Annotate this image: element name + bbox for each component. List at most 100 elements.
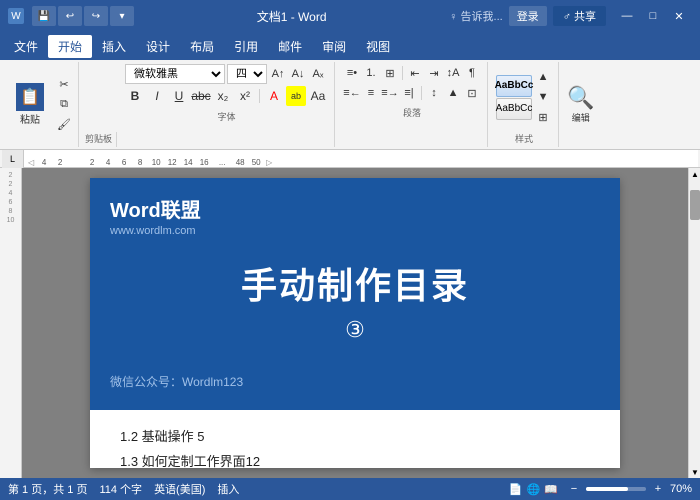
align-left-btn[interactable]: ≡← (343, 84, 361, 102)
maximize-button[interactable]: □ (640, 4, 666, 28)
menu-file[interactable]: 文件 (4, 35, 48, 58)
bullet-list-btn[interactable]: ≡• (343, 64, 361, 82)
tell-me-input[interactable]: ♀ 告诉我... (449, 8, 502, 24)
align-right-btn[interactable]: ≡→ (381, 84, 399, 102)
customize-quick-btn[interactable]: ▾ (110, 6, 134, 26)
blue-banner: Word联盟 www.wordlm.com 手动制作目录 ③ 微信公众号：Wor… (90, 178, 620, 410)
zoom-in-button[interactable]: + (650, 481, 666, 497)
word-icon: W (8, 8, 24, 24)
borders-btn[interactable]: ⊡ (463, 84, 481, 102)
styles-scroll-up[interactable]: ▲ (534, 68, 552, 86)
font-color-button[interactable]: A (264, 86, 284, 106)
language: 英语(美国) (154, 481, 205, 497)
document-container: Word联盟 www.wordlm.com 手动制作目录 ③ 微信公众号：Wor… (22, 168, 688, 478)
menu-view[interactable]: 视图 (356, 35, 400, 58)
clipboard-group-label: 剪贴板 (81, 132, 117, 147)
menu-mailings[interactable]: 邮件 (268, 35, 312, 58)
justify-btn[interactable]: ≡| (400, 84, 418, 102)
find-button[interactable]: 🔍 编辑 (567, 85, 594, 124)
paste-button[interactable]: 📋 粘贴 (8, 64, 52, 145)
heading1-style[interactable]: AaBbCc (496, 75, 532, 97)
scroll-down-button[interactable]: ▼ (689, 466, 700, 478)
status-right: 📄 🌐 📖 − + 70% (509, 481, 692, 497)
font-size-adjust[interactable]: Aa (308, 86, 328, 106)
font-row1: 微软雅黑 四号 A↑ A↓ Aₓ (125, 64, 328, 84)
menu-home[interactable]: 开始 (48, 35, 92, 58)
quick-access-toolbar: W 💾 ↩ ↪ ▾ (8, 6, 134, 26)
zoom-out-button[interactable]: − (566, 481, 582, 497)
superscript-button[interactable]: x² (235, 86, 255, 106)
styles-expand[interactable]: ⊞ (534, 108, 552, 126)
undo-quick-btn[interactable]: ↩ (58, 6, 82, 26)
increase-indent-btn[interactable]: ⇥ (425, 64, 443, 82)
content-area: 2 2 4 6 8 10 Word联盟 www.wordlm.com 手动制作目… (0, 168, 700, 478)
styles-group-label: 样式 (515, 132, 533, 145)
sort-btn[interactable]: ↕A (444, 64, 462, 82)
font-group-label: 字体 (125, 110, 328, 123)
scroll-track[interactable] (689, 180, 700, 466)
font-row2: B I U abc x₂ x² A ab Aa (125, 86, 328, 106)
underline-button[interactable]: U (169, 86, 189, 106)
login-button[interactable]: 登录 (509, 6, 547, 26)
banner-logo: Word联盟 (110, 194, 600, 223)
align-center-btn[interactable]: ≡ (362, 84, 380, 102)
menu-review[interactable]: 审阅 (312, 35, 356, 58)
redo-quick-btn[interactable]: ↪ (84, 6, 108, 26)
decrease-indent-btn[interactable]: ⇤ (406, 64, 424, 82)
strikethrough-button[interactable]: abc (191, 86, 211, 106)
scroll-thumb[interactable] (690, 190, 700, 220)
increase-font-btn[interactable]: A↑ (269, 65, 287, 83)
clear-format-btn[interactable]: Aₓ (309, 65, 327, 83)
ruler-area: L ◁ 4 2 2 4 6 8 10 12 14 16 ... 48 50 ▷ (0, 150, 700, 168)
show-formatting-btn[interactable]: ¶ (463, 64, 481, 82)
scroll-up-button[interactable]: ▲ (689, 168, 700, 180)
numbered-list-btn[interactable]: 1. (362, 64, 380, 82)
word-count: 114 个字 (99, 481, 142, 497)
line-spacing-btn[interactable]: ↕ (425, 84, 443, 102)
subscript-button[interactable]: x₂ (213, 86, 233, 106)
highlight-button[interactable]: ab (286, 86, 306, 106)
normal-style[interactable]: AaBbCc (496, 98, 532, 120)
zoom-controls: − + 70% (566, 481, 692, 497)
styles-scroll-down[interactable]: ▼ (534, 88, 552, 106)
paragraph-row2: ≡← ≡ ≡→ ≡| ↕ ▲ ⊡ (343, 84, 481, 102)
bold-button[interactable]: B (125, 86, 145, 106)
font-group: 微软雅黑 四号 A↑ A↓ Aₓ B I U abc x₂ x² A ab Aa… (119, 62, 335, 147)
zoom-bar[interactable] (586, 487, 646, 491)
save-quick-btn[interactable]: 💾 (32, 6, 56, 26)
title-right-controls: ♀ 告诉我... 登录 ♂ 共享 (449, 6, 606, 26)
font-size-selector[interactable]: 四号 (227, 64, 267, 84)
ruler-corner[interactable]: L (2, 150, 24, 168)
layout-print-btn[interactable]: 📄 (509, 483, 523, 496)
zoom-level: 70% (670, 483, 692, 495)
shading-btn[interactable]: ▲ (444, 84, 462, 102)
menu-references[interactable]: 引用 (224, 35, 268, 58)
ribbon: 📋 粘贴 ✂ ⧉ 🖌 剪贴板 微软雅黑 四号 A↑ A↓ Aₓ B I U ab… (0, 60, 700, 150)
page: Word联盟 www.wordlm.com 手动制作目录 ③ 微信公众号：Wor… (90, 178, 620, 468)
paragraph-group: ≡• 1. ⊞ ⇤ ⇥ ↕A ¶ ≡← ≡ ≡→ ≡| ↕ ▲ ⊡ 段落 (337, 62, 488, 147)
format-painter-button[interactable]: 🖌 (54, 116, 74, 134)
editing-group: 🔍 编辑 (561, 62, 600, 147)
title-bar: W 💾 ↩ ↪ ▾ 文档1 - Word ♀ 告诉我... 登录 ♂ 共享 — … (0, 0, 700, 32)
italic-button[interactable]: I (147, 86, 167, 106)
toc-item-3: 第二章 图形、图片及图表 23 (120, 476, 590, 478)
window-title: 文档1 - Word (134, 8, 449, 25)
menu-insert[interactable]: 插入 (92, 35, 136, 58)
menu-design[interactable]: 设计 (136, 35, 180, 58)
share-button[interactable]: ♂ 共享 (553, 6, 606, 26)
layout-web-btn[interactable]: 🌐 (527, 483, 541, 496)
font-family-selector[interactable]: 微软雅黑 (125, 64, 225, 84)
minimize-button[interactable]: — (614, 4, 640, 28)
decrease-font-btn[interactable]: A↓ (289, 65, 307, 83)
layout-read-btn[interactable]: 📖 (544, 483, 558, 496)
paste-icon: 📋 (16, 83, 44, 111)
clipboard-small-buttons: ✂ ⧉ 🖌 (54, 64, 74, 145)
insert-mode: 插入 (217, 481, 239, 497)
copy-button[interactable]: ⧉ (54, 96, 74, 114)
cut-button[interactable]: ✂ (54, 76, 74, 94)
multilevel-list-btn[interactable]: ⊞ (381, 64, 399, 82)
banner-wechat: 微信公众号：Wordlm123 (110, 373, 600, 390)
toc-section: 1.2 基础操作 5 1.3 如何定制工作界面12 第二章 图形、图片及图表 2… (120, 426, 590, 478)
menu-layout[interactable]: 布局 (180, 35, 224, 58)
close-button[interactable]: ✕ (666, 4, 692, 28)
